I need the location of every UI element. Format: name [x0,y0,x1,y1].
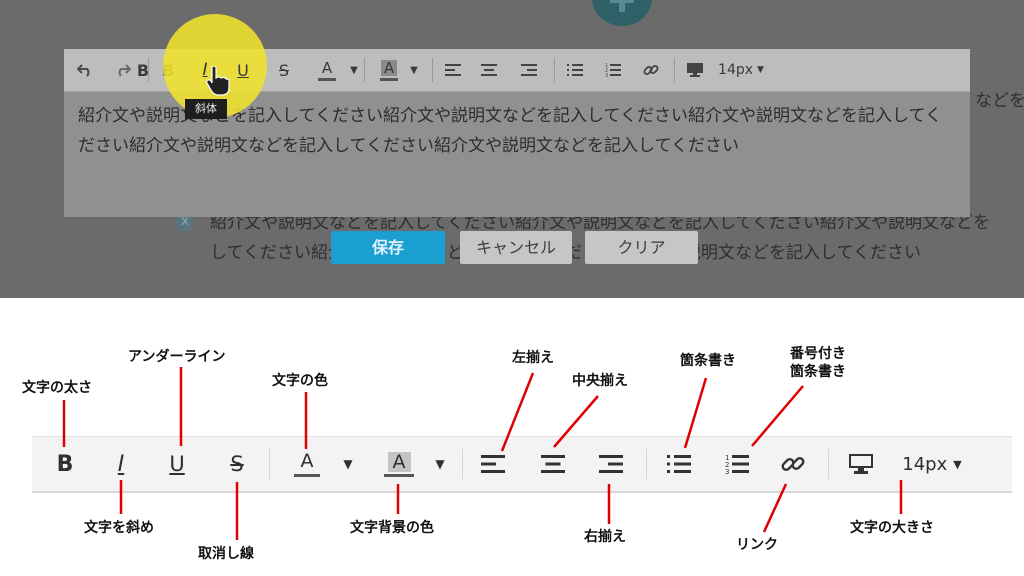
label-underline: アンダーライン [128,349,226,365]
label-bold: 文字の太さ [22,380,92,396]
label-italic: 文字を斜め [84,520,154,536]
label-bg-color: 文字背景の色 [350,520,434,536]
label-align-left: 左揃え [512,350,554,366]
label-font-size: 文字の大きさ [850,520,934,536]
label-link: リンク [736,537,778,553]
label-bullet-list: 箇条書き [680,353,736,369]
label-align-right: 右揃え [584,529,626,545]
annotation-lines [62,367,903,540]
label-numbered-list-line2: 箇条書き [790,364,846,380]
label-strikethrough: 取消し線 [198,546,254,562]
label-align-center: 中央揃え [572,373,628,389]
label-text-color: 文字の色 [272,373,328,389]
label-numbered-list: 番号付き 箇条書き [790,345,846,381]
label-numbered-list-line1: 番号付き [790,346,846,362]
